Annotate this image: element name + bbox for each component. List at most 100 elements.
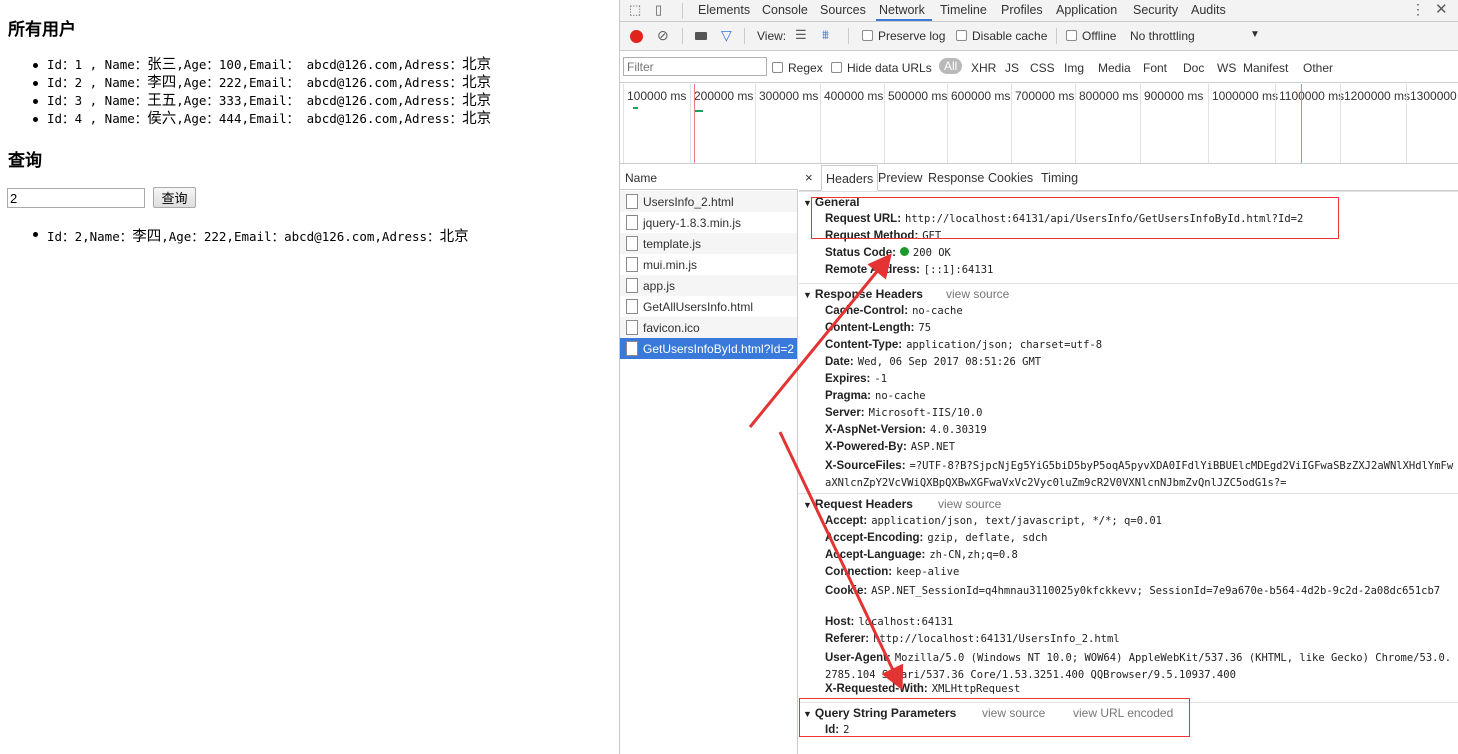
view-source-link[interactable]: view source bbox=[946, 287, 1009, 301]
record-icon[interactable] bbox=[630, 30, 643, 43]
detail-tab-timing[interactable]: Timing bbox=[1041, 171, 1078, 185]
timeline-bar bbox=[695, 110, 703, 112]
preserve-log-checkbox[interactable]: Preserve log bbox=[862, 29, 945, 43]
timeline-gridline bbox=[623, 84, 624, 163]
section-divider bbox=[799, 283, 1458, 284]
more-menu-icon[interactable]: ⋮ bbox=[1411, 1, 1425, 18]
filter-type-all[interactable]: All bbox=[939, 58, 963, 74]
view-label: View: bbox=[757, 29, 787, 43]
header-row: Host: localhost:64131 bbox=[825, 616, 953, 628]
header-value: Wed, 06 Sep 2017 08:51:26 GMT bbox=[857, 356, 1042, 368]
timeline-gridline bbox=[947, 84, 948, 163]
filter-type-doc[interactable]: Doc bbox=[1183, 61, 1204, 75]
request-row[interactable]: GetUsersInfoById.html?Id=2 bbox=[620, 338, 797, 359]
header-value: 75 bbox=[918, 322, 932, 334]
timeline-gridline bbox=[1011, 84, 1012, 163]
result-item: Id：2,Name：李四,Age：222,Email：abcd@126.com,… bbox=[33, 225, 469, 246]
disable-cache-checkbox[interactable]: Disable cache bbox=[956, 29, 1047, 43]
tab-profiles[interactable]: Profiles bbox=[1001, 3, 1043, 17]
request-row[interactable]: mui.min.js bbox=[620, 254, 797, 275]
filter-type-img[interactable]: Img bbox=[1064, 61, 1084, 75]
overview-icon[interactable]: ⩩ bbox=[822, 27, 829, 43]
tab-security[interactable]: Security bbox=[1133, 3, 1178, 17]
timeline-label: 700000 ms bbox=[1015, 89, 1075, 103]
header-key: Server: bbox=[825, 407, 865, 419]
file-icon bbox=[626, 320, 638, 335]
header-key: User-Agent: bbox=[825, 652, 891, 664]
filter-type-ws[interactable]: WS bbox=[1217, 61, 1236, 75]
name-column-header[interactable]: Name bbox=[620, 165, 798, 190]
header-value: http://localhost:64131/UsersInfo_2.html bbox=[873, 633, 1120, 645]
timeline-label: 100000 ms bbox=[627, 89, 687, 103]
tab-timeline[interactable]: Timeline bbox=[940, 3, 987, 17]
filter-type-css[interactable]: CSS bbox=[1030, 61, 1055, 75]
request-row[interactable]: template.js bbox=[620, 233, 797, 254]
header-row: Pragma: no-cache bbox=[825, 390, 926, 402]
hide-data-urls-checkbox[interactable]: Hide data URLs bbox=[831, 61, 932, 75]
filter-type-js[interactable]: JS bbox=[1005, 61, 1019, 75]
header-row: Expires: -1 bbox=[825, 373, 887, 385]
timeline-gridline bbox=[1208, 84, 1209, 163]
user-list-item: Id：3 , Name：王五,Age：333,Email： abcd@126.c… bbox=[32, 93, 492, 109]
filter-type-other[interactable]: Other bbox=[1303, 61, 1333, 75]
timeline-gridline bbox=[690, 84, 691, 163]
throttling-select[interactable]: No throttling ▼ bbox=[1130, 29, 1260, 43]
offline-checkbox[interactable]: Offline bbox=[1066, 29, 1116, 43]
tab-sources[interactable]: Sources bbox=[820, 3, 866, 17]
section-response-headers[interactable]: ▼ Response Headers bbox=[803, 287, 923, 301]
tab-application[interactable]: Application bbox=[1056, 3, 1117, 17]
tab-console[interactable]: Console bbox=[762, 3, 808, 17]
view-source-link[interactable]: view source bbox=[938, 497, 1001, 511]
header-key: Accept: bbox=[825, 515, 868, 527]
all-users-heading: 所有用户 bbox=[8, 20, 76, 40]
header-row: Content-Type: application/json; charset=u… bbox=[825, 339, 1102, 351]
timeline-label: 1200000 ms bbox=[1344, 89, 1411, 103]
regex-checkbox[interactable]: Regex bbox=[772, 61, 823, 75]
web-page: 所有用户 Id：1 , Name：张三,Age：100,Email： abcd@… bbox=[0, 0, 619, 754]
request-row[interactable]: favicon.ico bbox=[620, 317, 797, 338]
header-row: Server: Microsoft-IIS/10.0 bbox=[825, 407, 982, 419]
close-devtools-icon[interactable]: ✕ bbox=[1435, 0, 1448, 18]
filter-type-manifest[interactable]: Manifest bbox=[1243, 61, 1288, 75]
request-row[interactable]: UsersInfo_2.html bbox=[620, 191, 797, 212]
header-row: Accept-Encoding: gzip, deflate, sdch bbox=[825, 532, 1048, 544]
request-name: UsersInfo_2.html bbox=[643, 195, 734, 209]
section-request-headers[interactable]: ▼ Request Headers bbox=[803, 497, 913, 511]
header-value: 4.0.30319 bbox=[929, 424, 987, 436]
large-rows-icon[interactable]: ☰ bbox=[795, 27, 807, 43]
detail-tab-cookies[interactable]: Cookies bbox=[988, 171, 1033, 185]
query-button[interactable]: 查询 bbox=[153, 187, 196, 208]
detail-tab-response[interactable]: Response bbox=[928, 171, 984, 185]
filter-type-xhr[interactable]: XHR bbox=[971, 61, 996, 75]
request-list: Name UsersInfo_2.html jquery-1.8.3.min.js… bbox=[620, 165, 798, 754]
capture-screenshots-icon[interactable] bbox=[695, 32, 707, 40]
header-key: Accept-Encoding: bbox=[825, 532, 924, 544]
tab-elements[interactable]: Elements bbox=[698, 3, 750, 17]
header-value: Microsoft-IIS/10.0 bbox=[868, 407, 983, 419]
filter-icon[interactable]: ▽ bbox=[721, 27, 732, 44]
inspect-element-icon[interactable]: ⬚ bbox=[629, 2, 641, 18]
timeline-label: 900000 ms bbox=[1144, 89, 1204, 103]
section-divider bbox=[799, 191, 1458, 192]
header-value: XMLHttpRequest bbox=[931, 683, 1021, 695]
header-row: User-Agent: Mozilla/5.0 (Windows NT 10.0;… bbox=[825, 650, 1455, 684]
device-toolbar-icon[interactable]: ▯ bbox=[655, 2, 662, 18]
clear-icon[interactable]: ⊘ bbox=[657, 27, 669, 44]
close-detail-icon[interactable]: × bbox=[805, 170, 813, 185]
tab-audits[interactable]: Audits bbox=[1191, 3, 1226, 17]
filter-type-font[interactable]: Font bbox=[1143, 61, 1167, 75]
filter-type-media[interactable]: Media bbox=[1098, 61, 1131, 75]
request-row[interactable]: jquery-1.8.3.min.js bbox=[620, 212, 797, 233]
status-ok-icon bbox=[899, 247, 909, 256]
tab-network[interactable]: Network bbox=[879, 3, 925, 17]
timeline-label: 800000 ms bbox=[1079, 89, 1139, 103]
query-input[interactable] bbox=[7, 188, 145, 208]
chevron-down-icon: ▼ bbox=[1250, 29, 1260, 40]
user-list-item: Id：2 , Name：李四,Age：222,Email： abcd@126.c… bbox=[32, 75, 492, 91]
timeline-gridline bbox=[1275, 84, 1276, 163]
detail-tab-preview[interactable]: Preview bbox=[878, 171, 922, 185]
detail-tab-headers[interactable]: Headers bbox=[821, 165, 879, 191]
filter-input[interactable] bbox=[623, 57, 767, 76]
request-row[interactable]: GetAllUsersInfo.html bbox=[620, 296, 797, 317]
request-row[interactable]: app.js bbox=[620, 275, 797, 296]
